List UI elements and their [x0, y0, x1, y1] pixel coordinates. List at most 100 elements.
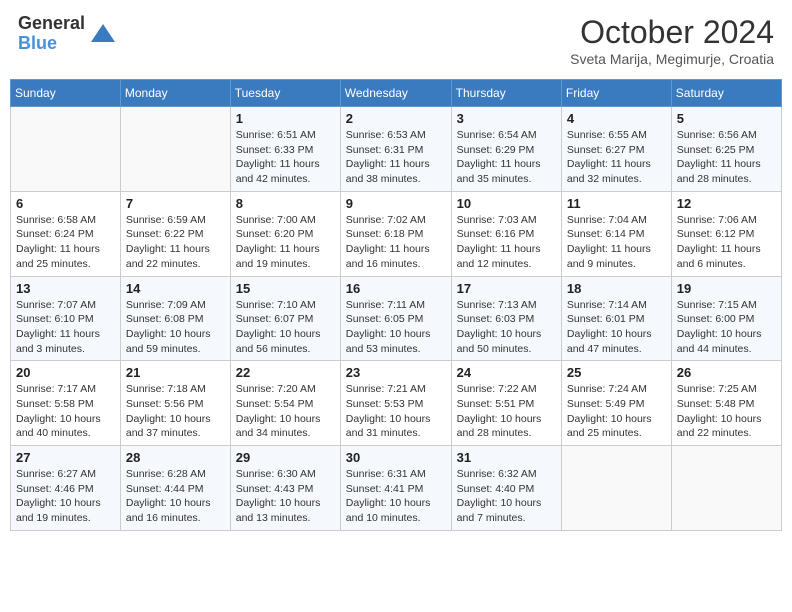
day-number: 11 — [567, 196, 666, 211]
calendar-week-4: 20Sunrise: 7:17 AM Sunset: 5:58 PM Dayli… — [11, 361, 782, 446]
day-number: 9 — [346, 196, 446, 211]
calendar-cell: 31 Sunrise: 6:32 AM Sunset: 4:40 PM Dayli… — [451, 446, 561, 531]
day-info: Sunrise: 7:03 AM Sunset: 6:16 PM Dayligh… — [457, 213, 556, 272]
day-info: Sunrise: 6:59 AM Sunset: 6:22 PM Dayligh… — [126, 213, 225, 272]
day-info: Sunrise: 6:55 AM Sunset: 6:27 PM Dayligh… — [567, 128, 666, 187]
day-info: Sunrise: 7:21 AM Sunset: 5:53 PM Dayligh… — [346, 382, 446, 441]
day-info: Sunrise: 6:30 AM Sunset: 4:43 PM Dayligh… — [236, 467, 335, 526]
weekday-header-tuesday: Tuesday — [230, 80, 340, 107]
day-number: 13 — [16, 281, 115, 296]
day-info: Sunrise: 7:18 AM Sunset: 5:56 PM Dayligh… — [126, 382, 225, 441]
day-number: 18 — [567, 281, 666, 296]
calendar: SundayMondayTuesdayWednesdayThursdayFrid… — [10, 79, 782, 531]
calendar-cell: 8 Sunrise: 7:00 AM Sunset: 6:20 PM Daylig… — [230, 191, 340, 276]
day-number: 22 — [236, 365, 335, 380]
weekday-header-sunday: Sunday — [11, 80, 121, 107]
title-section: October 2024 Sveta Marija, Megimurje, Cr… — [570, 14, 774, 67]
calendar-cell: 1 Sunrise: 6:51 AM Sunset: 6:33 PM Daylig… — [230, 107, 340, 192]
weekday-header-wednesday: Wednesday — [340, 80, 451, 107]
calendar-cell: 26Sunrise: 7:25 AM Sunset: 5:48 PM Dayli… — [671, 361, 781, 446]
day-number: 5 — [677, 111, 776, 126]
calendar-cell: 2Sunrise: 6:53 AM Sunset: 6:31 PM Daylig… — [340, 107, 451, 192]
day-info: Sunrise: 7:06 AM Sunset: 6:12 PM Dayligh… — [677, 213, 776, 272]
day-number: 28 — [126, 450, 225, 465]
logo: General Blue — [18, 14, 117, 54]
calendar-cell: 21 Sunrise: 7:18 AM Sunset: 5:56 PM Dayli… — [120, 361, 230, 446]
header: General Blue October 2024 Sveta Marija, … — [10, 10, 782, 71]
weekday-header-monday: Monday — [120, 80, 230, 107]
day-number: 4 — [567, 111, 666, 126]
calendar-cell: 29 Sunrise: 6:30 AM Sunset: 4:43 PM Dayli… — [230, 446, 340, 531]
day-info: Sunrise: 7:09 AM Sunset: 6:08 PM Dayligh… — [126, 298, 225, 357]
calendar-cell: 23 Sunrise: 7:21 AM Sunset: 5:53 PM Dayli… — [340, 361, 451, 446]
calendar-cell: 6 Sunrise: 6:58 AM Sunset: 6:24 PM Daylig… — [11, 191, 121, 276]
logo-general-text: General — [18, 14, 85, 34]
calendar-cell: 11 Sunrise: 7:04 AM Sunset: 6:14 PM Dayli… — [561, 191, 671, 276]
calendar-cell — [120, 107, 230, 192]
calendar-cell: 16Sunrise: 7:11 AM Sunset: 6:05 PM Dayli… — [340, 276, 451, 361]
day-number: 20 — [16, 365, 115, 380]
day-info: Sunrise: 7:14 AM Sunset: 6:01 PM Dayligh… — [567, 298, 666, 357]
calendar-cell: 28Sunrise: 6:28 AM Sunset: 4:44 PM Dayli… — [120, 446, 230, 531]
calendar-cell — [671, 446, 781, 531]
day-number: 3 — [457, 111, 556, 126]
calendar-cell: 5Sunrise: 6:56 AM Sunset: 6:25 PM Daylig… — [671, 107, 781, 192]
calendar-cell: 27Sunrise: 6:27 AM Sunset: 4:46 PM Dayli… — [11, 446, 121, 531]
day-info: Sunrise: 6:54 AM Sunset: 6:29 PM Dayligh… — [457, 128, 556, 187]
calendar-cell: 20Sunrise: 7:17 AM Sunset: 5:58 PM Dayli… — [11, 361, 121, 446]
calendar-cell: 3 Sunrise: 6:54 AM Sunset: 6:29 PM Daylig… — [451, 107, 561, 192]
calendar-week-2: 6 Sunrise: 6:58 AM Sunset: 6:24 PM Daylig… — [11, 191, 782, 276]
day-info: Sunrise: 6:32 AM Sunset: 4:40 PM Dayligh… — [457, 467, 556, 526]
calendar-week-5: 27Sunrise: 6:27 AM Sunset: 4:46 PM Dayli… — [11, 446, 782, 531]
day-info: Sunrise: 7:22 AM Sunset: 5:51 PM Dayligh… — [457, 382, 556, 441]
day-number: 17 — [457, 281, 556, 296]
day-number: 29 — [236, 450, 335, 465]
calendar-cell: 14 Sunrise: 7:09 AM Sunset: 6:08 PM Dayli… — [120, 276, 230, 361]
day-number: 1 — [236, 111, 335, 126]
calendar-cell: 15Sunrise: 7:10 AM Sunset: 6:07 PM Dayli… — [230, 276, 340, 361]
calendar-cell: 18 Sunrise: 7:14 AM Sunset: 6:01 PM Dayli… — [561, 276, 671, 361]
day-info: Sunrise: 7:00 AM Sunset: 6:20 PM Dayligh… — [236, 213, 335, 272]
day-info: Sunrise: 6:27 AM Sunset: 4:46 PM Dayligh… — [16, 467, 115, 526]
month-title: October 2024 — [570, 14, 774, 51]
day-info: Sunrise: 6:58 AM Sunset: 6:24 PM Dayligh… — [16, 213, 115, 272]
calendar-cell — [11, 107, 121, 192]
day-info: Sunrise: 7:20 AM Sunset: 5:54 PM Dayligh… — [236, 382, 335, 441]
logo-icon — [89, 20, 117, 48]
calendar-cell: 25 Sunrise: 7:24 AM Sunset: 5:49 PM Dayli… — [561, 361, 671, 446]
day-number: 25 — [567, 365, 666, 380]
day-number: 30 — [346, 450, 446, 465]
day-number: 19 — [677, 281, 776, 296]
calendar-body: 1 Sunrise: 6:51 AM Sunset: 6:33 PM Daylig… — [11, 107, 782, 531]
weekday-row: SundayMondayTuesdayWednesdayThursdayFrid… — [11, 80, 782, 107]
day-number: 23 — [346, 365, 446, 380]
day-info: Sunrise: 6:53 AM Sunset: 6:31 PM Dayligh… — [346, 128, 446, 187]
day-number: 31 — [457, 450, 556, 465]
day-number: 7 — [126, 196, 225, 211]
day-info: Sunrise: 7:04 AM Sunset: 6:14 PM Dayligh… — [567, 213, 666, 272]
day-number: 14 — [126, 281, 225, 296]
calendar-cell: 12 Sunrise: 7:06 AM Sunset: 6:12 PM Dayli… — [671, 191, 781, 276]
day-number: 8 — [236, 196, 335, 211]
calendar-cell — [561, 446, 671, 531]
calendar-week-3: 13 Sunrise: 7:07 AM Sunset: 6:10 PM Dayli… — [11, 276, 782, 361]
calendar-cell: 9Sunrise: 7:02 AM Sunset: 6:18 PM Daylig… — [340, 191, 451, 276]
calendar-cell: 22 Sunrise: 7:20 AM Sunset: 5:54 PM Dayli… — [230, 361, 340, 446]
day-info: Sunrise: 7:11 AM Sunset: 6:05 PM Dayligh… — [346, 298, 446, 357]
day-info: Sunrise: 6:31 AM Sunset: 4:41 PM Dayligh… — [346, 467, 446, 526]
day-info: Sunrise: 6:51 AM Sunset: 6:33 PM Dayligh… — [236, 128, 335, 187]
day-info: Sunrise: 7:07 AM Sunset: 6:10 PM Dayligh… — [16, 298, 115, 357]
day-number: 26 — [677, 365, 776, 380]
calendar-cell: 24Sunrise: 7:22 AM Sunset: 5:51 PM Dayli… — [451, 361, 561, 446]
calendar-cell: 30 Sunrise: 6:31 AM Sunset: 4:41 PM Dayli… — [340, 446, 451, 531]
calendar-cell: 19Sunrise: 7:15 AM Sunset: 6:00 PM Dayli… — [671, 276, 781, 361]
day-number: 10 — [457, 196, 556, 211]
logo-blue-text: Blue — [18, 34, 85, 54]
day-number: 12 — [677, 196, 776, 211]
day-info: Sunrise: 7:24 AM Sunset: 5:49 PM Dayligh… — [567, 382, 666, 441]
day-number: 21 — [126, 365, 225, 380]
weekday-header-friday: Friday — [561, 80, 671, 107]
calendar-cell: 4 Sunrise: 6:55 AM Sunset: 6:27 PM Daylig… — [561, 107, 671, 192]
calendar-header: SundayMondayTuesdayWednesdayThursdayFrid… — [11, 80, 782, 107]
day-number: 6 — [16, 196, 115, 211]
